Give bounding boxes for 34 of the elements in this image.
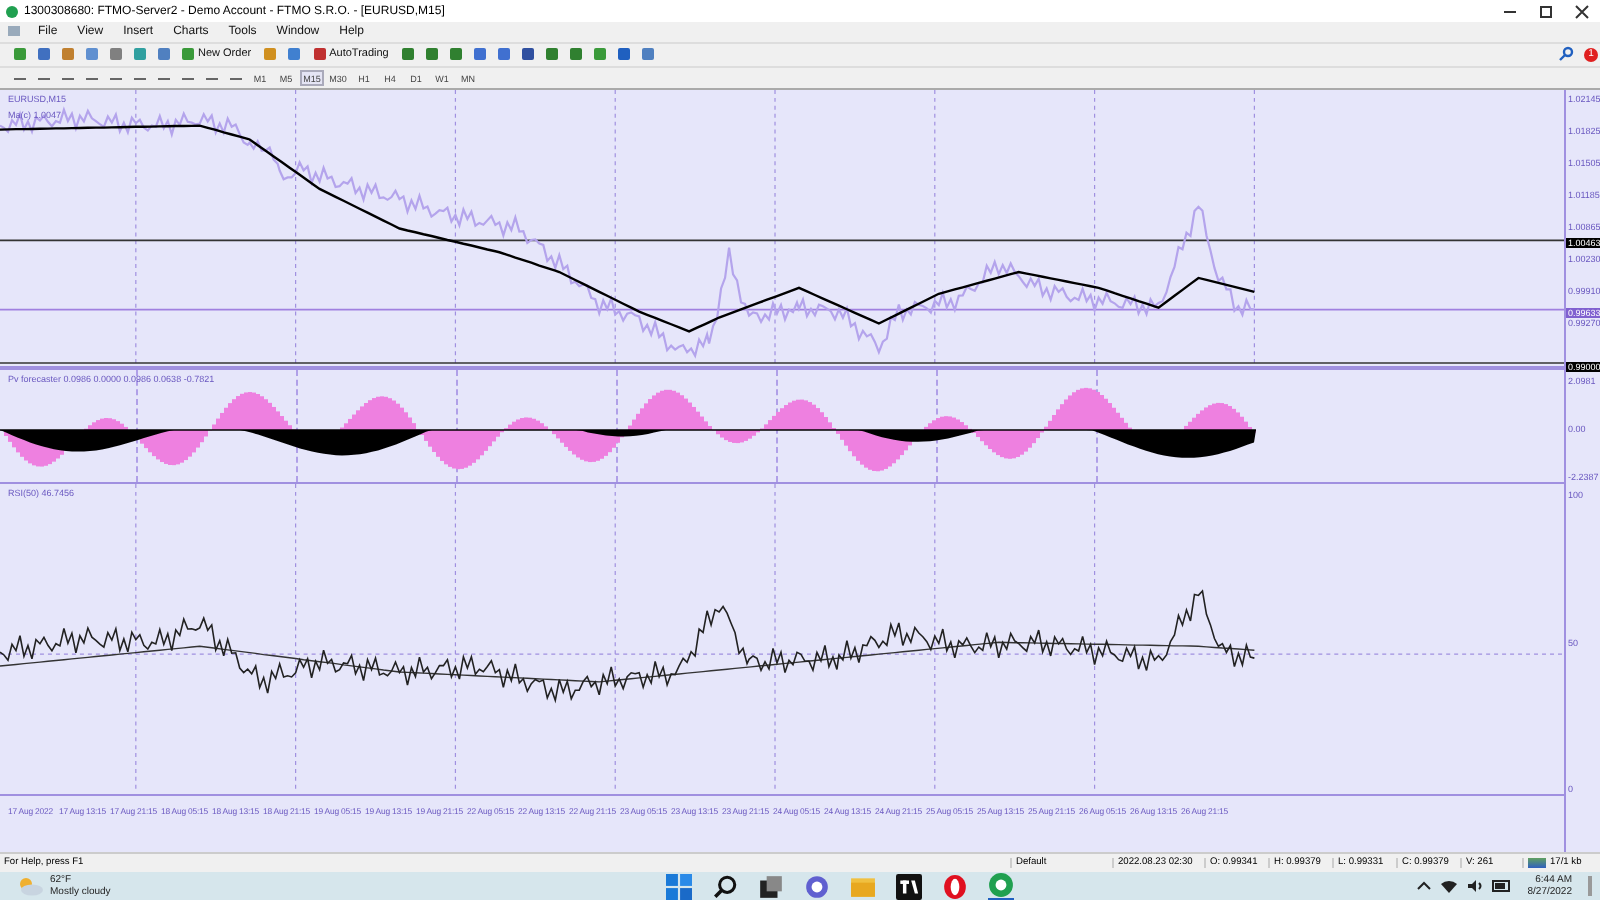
- toolbar-icon[interactable]: [396, 44, 419, 65]
- toolbar-icon[interactable]: [492, 44, 515, 65]
- toolbar-icon[interactable]: [612, 44, 635, 65]
- toolbar-icon[interactable]: [444, 44, 467, 65]
- toolbar-icon[interactable]: [540, 44, 563, 65]
- toolbar-icon[interactable]: [32, 44, 54, 65]
- chat-icon[interactable]: [804, 873, 830, 899]
- toolbar-icon[interactable]: [104, 44, 126, 65]
- toolbar-icon[interactable]: [516, 44, 539, 65]
- toolbar-icon[interactable]: [636, 44, 659, 65]
- search-icon[interactable]: [712, 873, 738, 899]
- close-icon: [1574, 3, 1590, 19]
- toolbar-icon[interactable]: [56, 44, 78, 65]
- toolbar-icon[interactable]: [8, 44, 30, 65]
- wifi-icon[interactable]: [1439, 878, 1458, 894]
- app-logo-icon: [6, 5, 18, 17]
- maximize-icon: [1538, 3, 1554, 19]
- toolbar-icon[interactable]: [564, 44, 587, 65]
- toolbar-icon[interactable]: [468, 44, 491, 65]
- browser-icon[interactable]: [942, 873, 968, 899]
- chevron-up-icon[interactable]: [1415, 878, 1432, 894]
- speaker-icon[interactable]: [1465, 878, 1484, 894]
- toolbar-icon[interactable]: [80, 44, 102, 65]
- toolbar-icon[interactable]: [283, 44, 306, 65]
- task-view-icon[interactable]: [758, 873, 784, 899]
- toolbar-icon[interactable]: [128, 44, 150, 65]
- toolbar-icon[interactable]: [588, 44, 611, 65]
- toolbar-icon[interactable]: [152, 44, 174, 65]
- toolbar-icon[interactable]: [420, 44, 443, 65]
- app-icon[interactable]: [896, 873, 922, 899]
- chart-window-icon: [8, 26, 20, 37]
- app-icon[interactable]: [988, 872, 1014, 900]
- windows-start-icon[interactable]: [666, 873, 692, 899]
- battery-icon[interactable]: [1491, 878, 1512, 894]
